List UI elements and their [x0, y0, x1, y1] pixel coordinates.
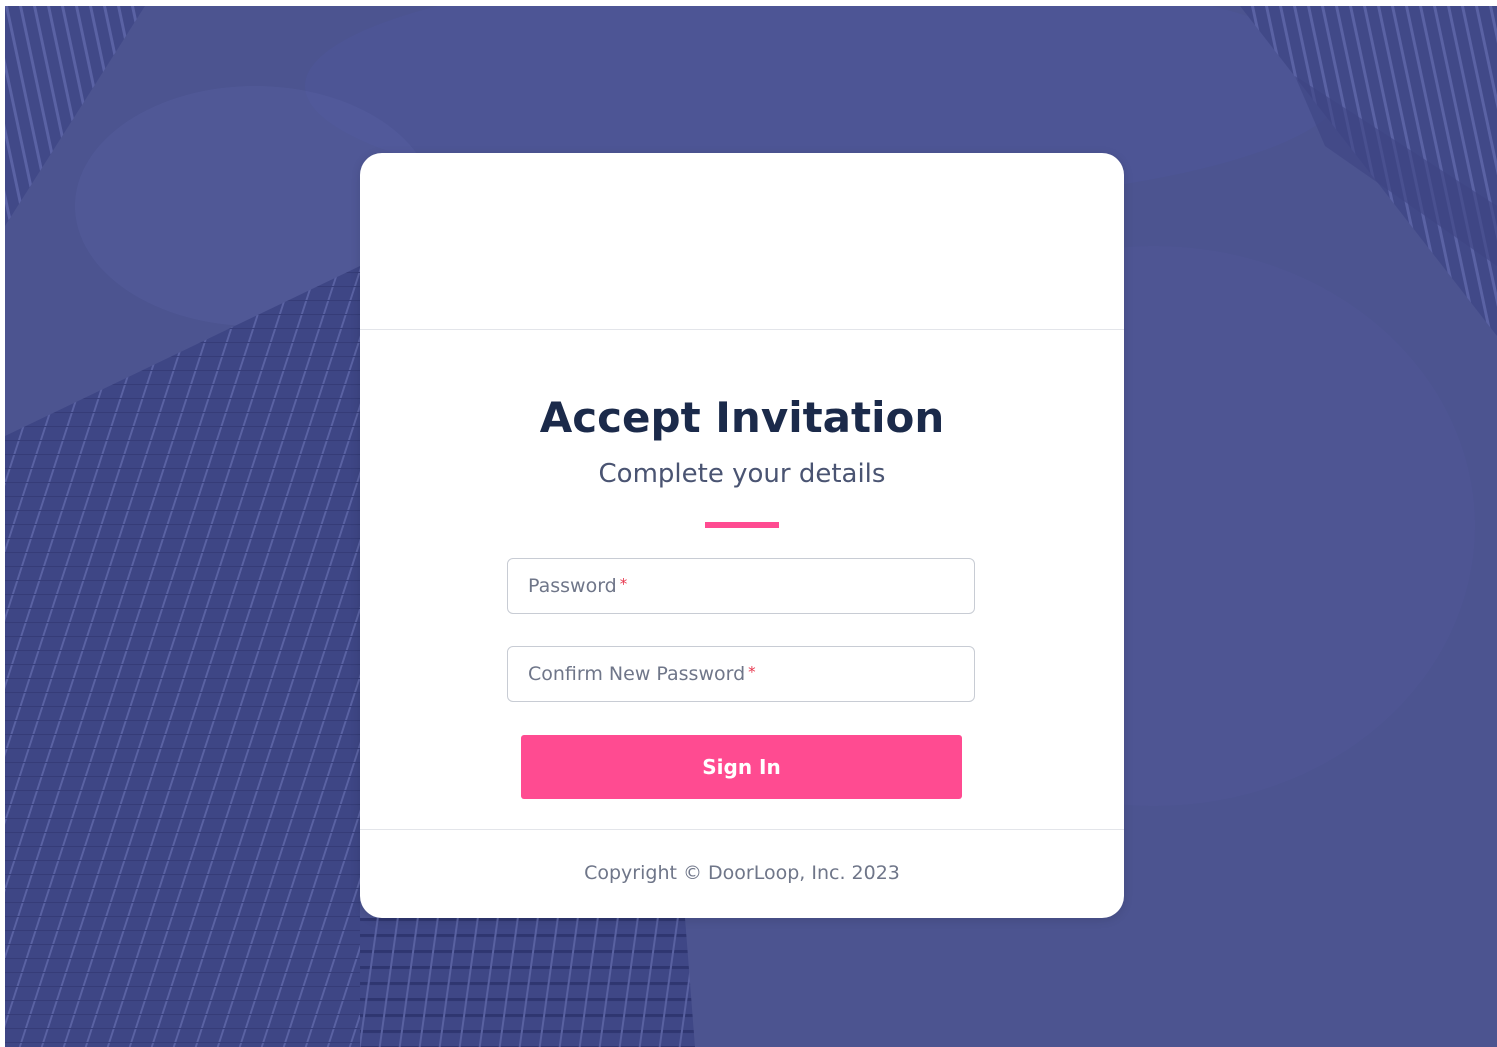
sign-in-button[interactable]: Sign In — [521, 735, 962, 799]
required-marker: * — [748, 663, 756, 681]
required-marker: * — [619, 575, 628, 593]
page-background: Accept Invitation Complete your details … — [5, 6, 1497, 1047]
invitation-card: Accept Invitation Complete your details … — [360, 153, 1124, 918]
password-label-text: Password — [528, 575, 617, 597]
confirm-password-label-text: Confirm New Password — [528, 663, 746, 685]
password-field-label: Password * — [528, 575, 627, 597]
page-title: Accept Invitation — [539, 393, 945, 442]
accent-divider — [705, 522, 779, 528]
password-field[interactable]: Password * — [507, 558, 975, 614]
page-subtitle: Complete your details — [598, 459, 886, 489]
confirm-password-field[interactable]: Confirm New Password * — [507, 646, 975, 702]
card-footer: Copyright © DoorLoop, Inc. 2023 — [360, 829, 1124, 918]
confirm-password-field-label: Confirm New Password * — [528, 663, 756, 685]
copyright-text: Copyright © DoorLoop, Inc. 2023 — [584, 862, 900, 884]
card-header — [360, 153, 1124, 330]
